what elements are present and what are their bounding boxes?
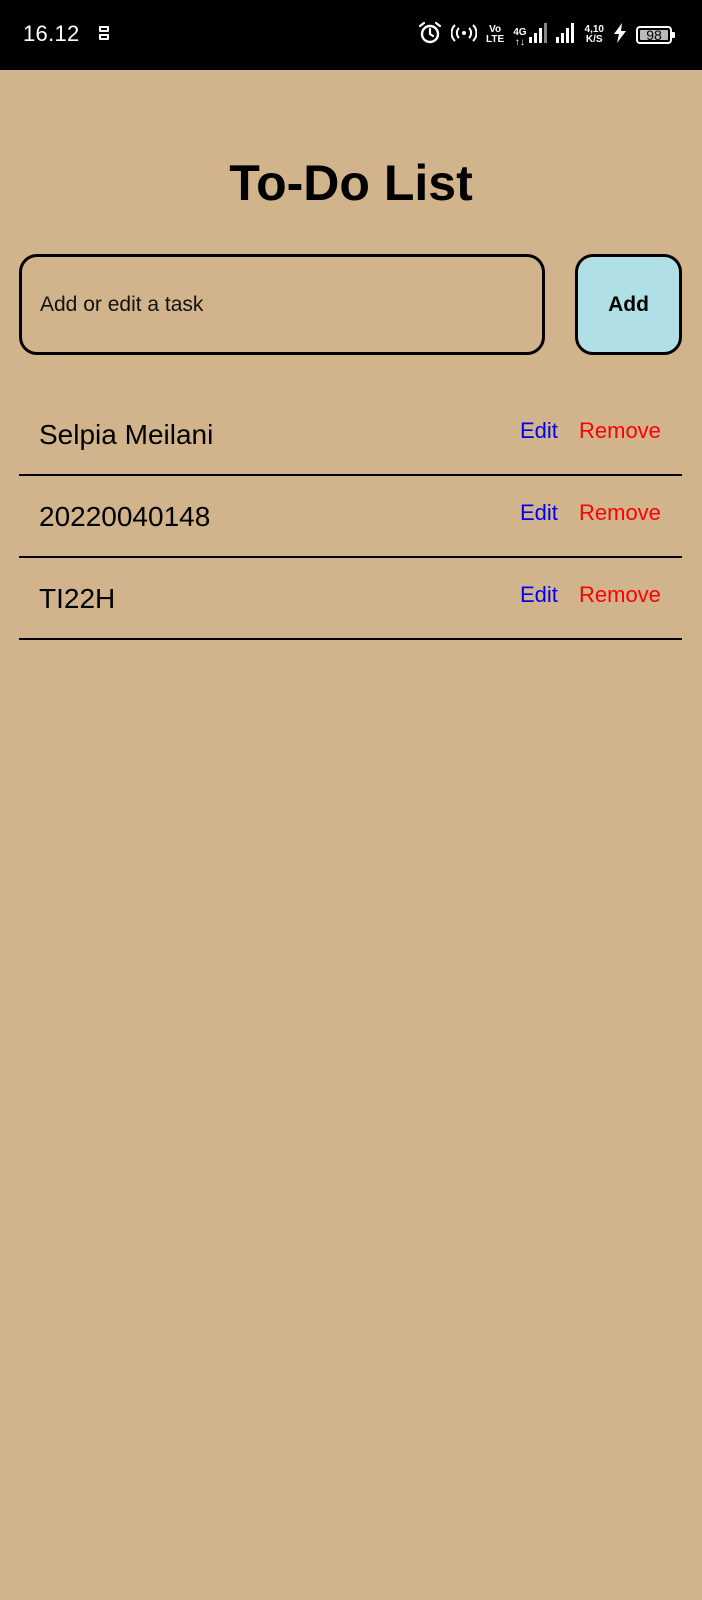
network-speed: 4,10 K/S (585, 25, 604, 45)
alarm-icon (418, 21, 442, 50)
sync-icon (97, 24, 111, 47)
battery-tip (672, 32, 675, 38)
volte-bottom-label: LTE (486, 34, 505, 45)
charging-icon (613, 22, 627, 48)
task-list: Selpia Meilani Edit Remove 20220040148 E… (19, 394, 682, 640)
signal-icon (528, 22, 547, 48)
hotspot-icon (450, 23, 478, 48)
task-row: Selpia Meilani Edit Remove (19, 394, 682, 476)
network-speed-unit: K/S (585, 34, 603, 45)
task-row: 20220040148 Edit Remove (19, 476, 682, 558)
task-text: TI22H (39, 583, 116, 614)
edit-button[interactable]: Edit (520, 418, 558, 444)
network-sub-label: ↑↓ (514, 36, 525, 48)
task-row: TI22H Edit Remove (19, 558, 682, 640)
remove-button[interactable]: Remove (579, 500, 661, 526)
page-title: To-Do List (229, 155, 473, 211)
remove-button[interactable]: Remove (579, 582, 661, 608)
network-type-label: 4G (513, 26, 527, 38)
status-icons: Vo LTE 4G ↑↓ 4,10 K/S 98 (418, 20, 675, 50)
add-button[interactable]: Add (575, 254, 682, 355)
task-text: Selpia Meilani (39, 419, 214, 450)
edit-button[interactable]: Edit (520, 582, 558, 608)
task-text: 20220040148 (39, 501, 211, 532)
remove-button[interactable]: Remove (579, 418, 661, 444)
status-bar: 16.12 Vo LTE 4G ↑↓ 4,10 K/S 98 (0, 0, 702, 70)
battery-level: 98 (646, 27, 662, 43)
battery-icon: 98 (636, 26, 675, 44)
status-time: 16.12 (23, 21, 80, 46)
network-indicator: 4G ↑↓ (513, 22, 547, 48)
signal-icon (555, 22, 576, 48)
edit-button[interactable]: Edit (520, 500, 558, 526)
task-input[interactable] (19, 254, 545, 355)
volte-indicator: Vo LTE (486, 25, 504, 45)
